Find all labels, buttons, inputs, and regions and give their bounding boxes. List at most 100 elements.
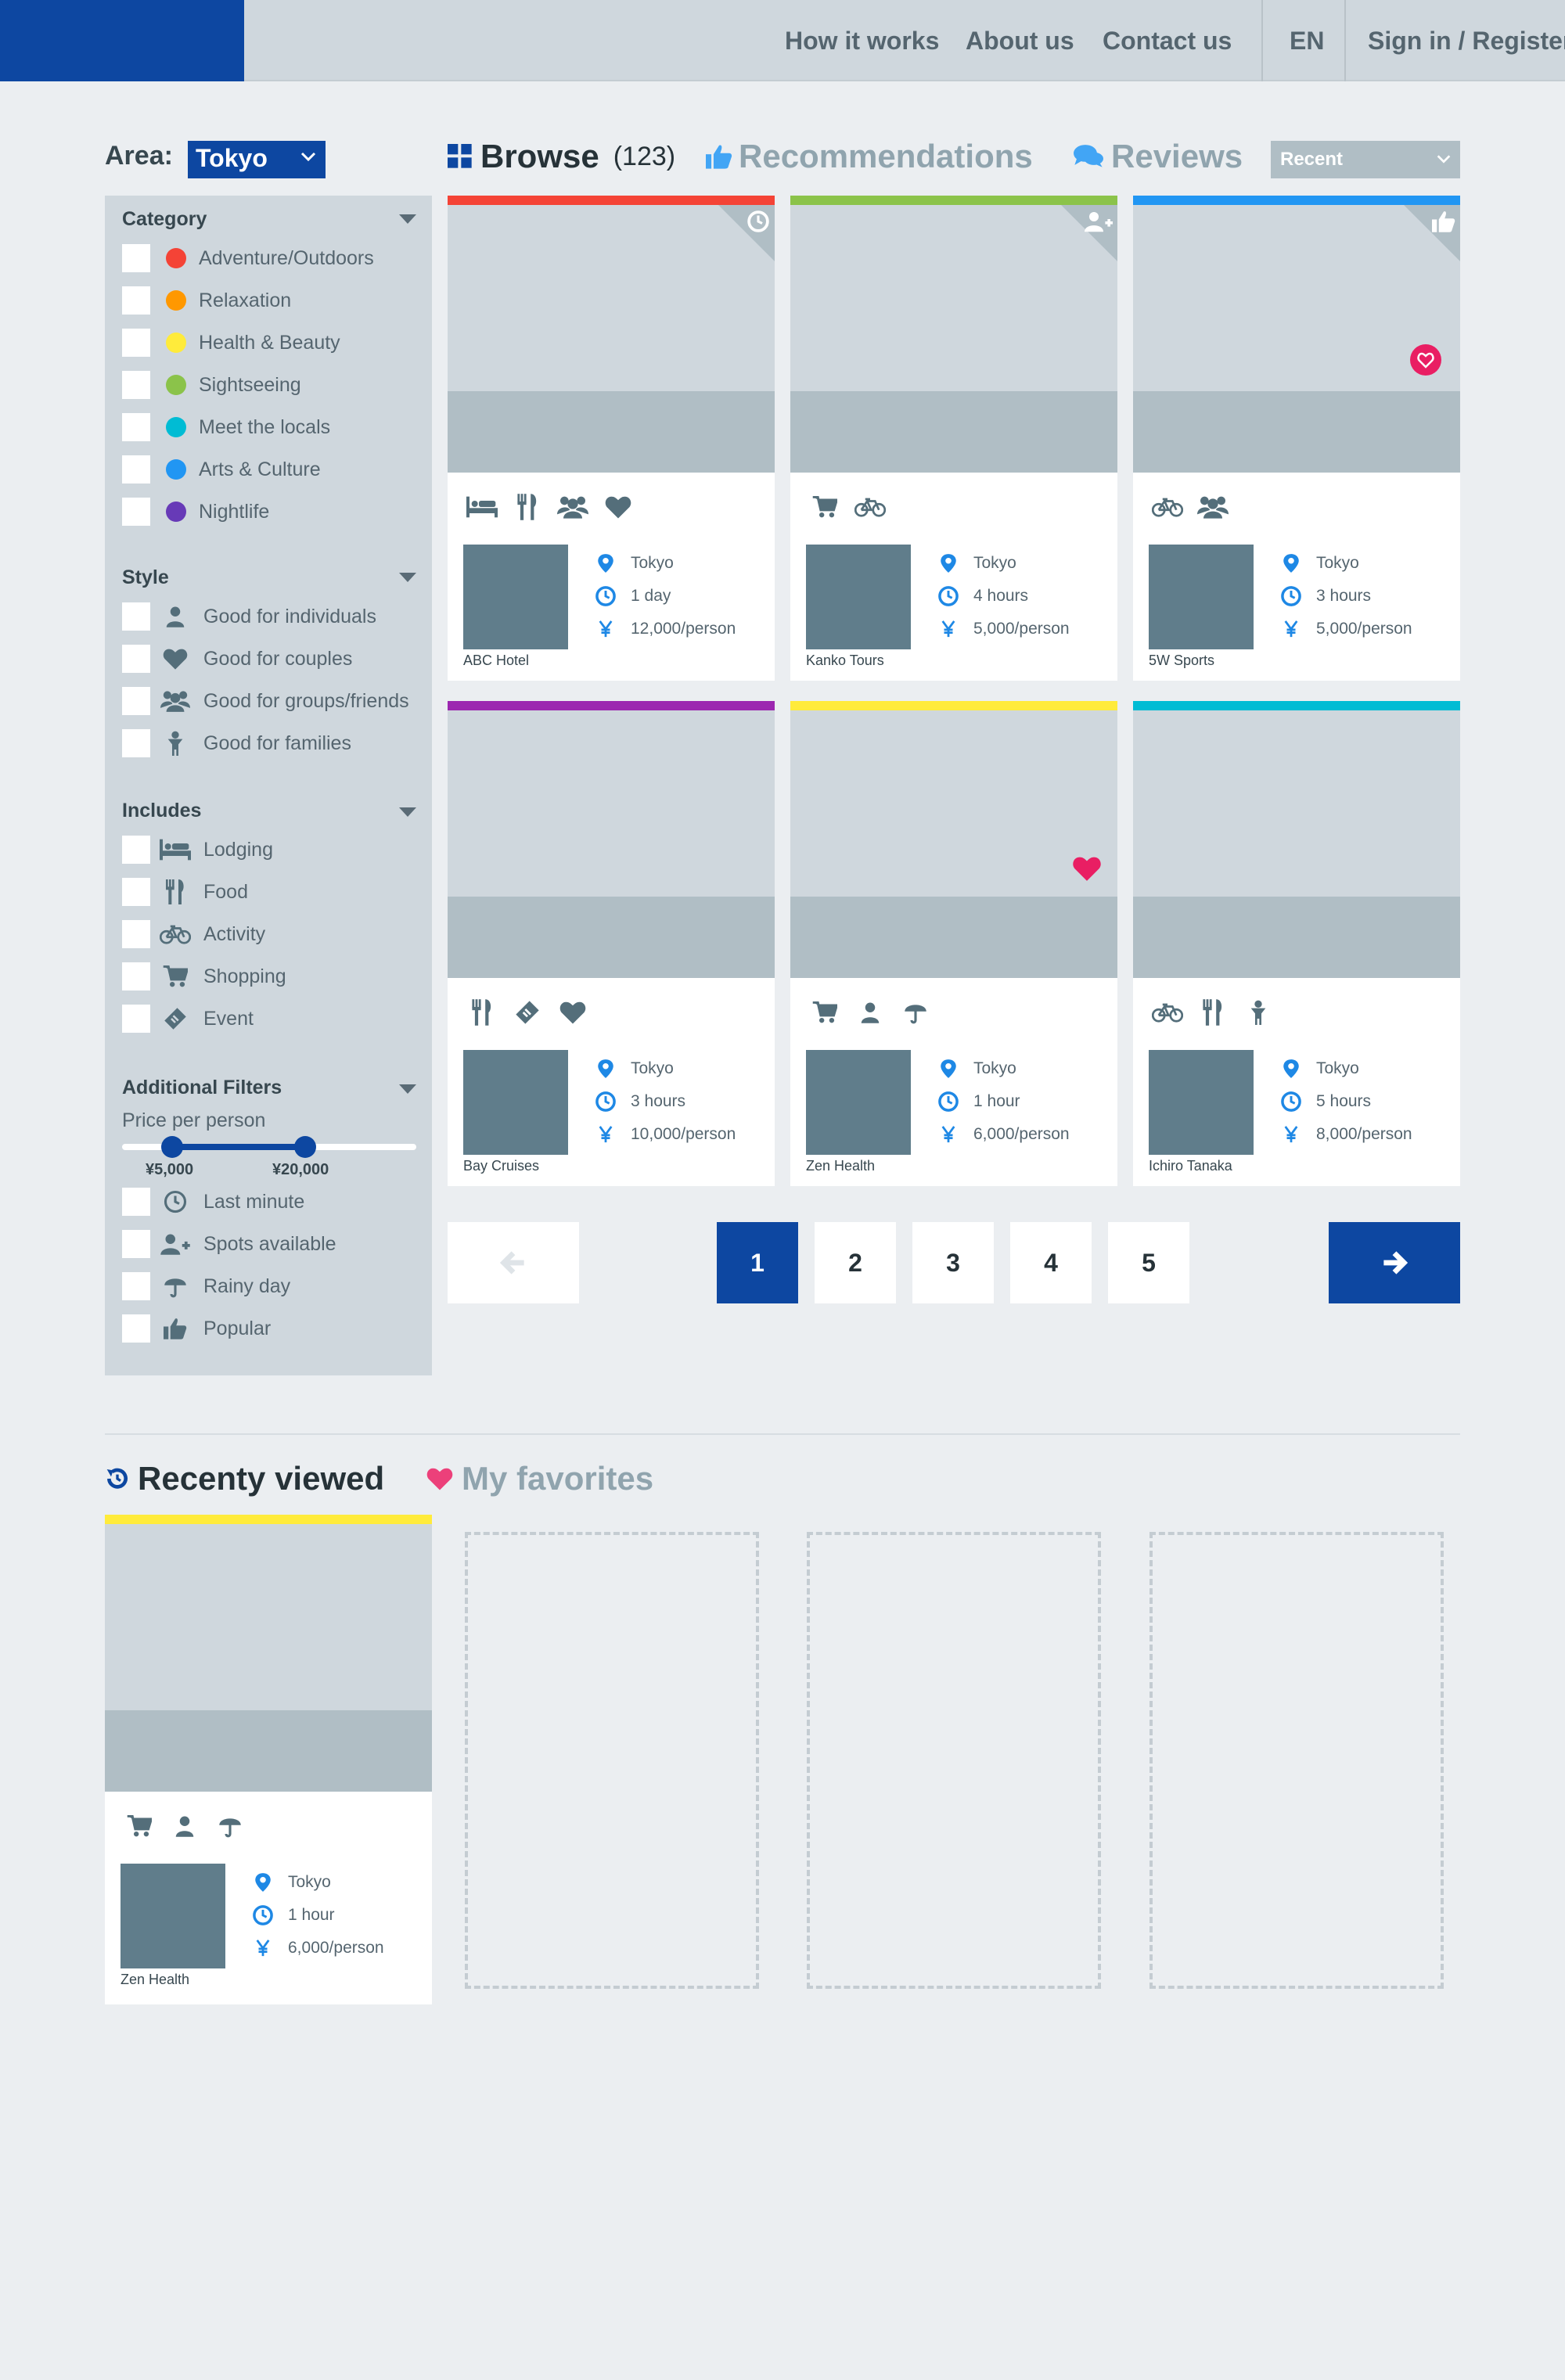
checkbox[interactable] [122,1230,150,1258]
style-filter-item[interactable]: Good for couples [122,643,427,674]
activity-card[interactable]: Ichiro Tanaka Tokyo 5 hours 8,000/person [1133,701,1460,1186]
category-filter-item[interactable]: Meet the locals [122,412,427,443]
language-selector[interactable]: EN [1290,0,1324,81]
checkbox[interactable] [122,1272,150,1300]
favorite-heart-icon[interactable] [1072,854,1102,883]
previous-page-button[interactable] [448,1222,579,1303]
category-stripe [1133,196,1460,205]
style-filter-item[interactable]: Good for individuals [122,601,427,632]
page-button-2[interactable]: 2 [815,1222,896,1303]
style-collapse-arrow-icon[interactable] [399,573,416,582]
card-image [790,710,1117,897]
price-min-handle[interactable] [161,1136,183,1158]
checkbox[interactable] [122,1005,150,1033]
umbrella-icon [214,1812,246,1840]
area-select[interactable]: Tokyo [188,141,326,178]
nav-link-contact-us[interactable]: Contact us [1103,0,1232,81]
tab-recently-viewed[interactable]: Recenty viewed [105,1460,384,1497]
thumbs-up-icon [706,145,732,169]
vendor-thumbnail [806,545,911,649]
tab-my-favorites[interactable]: My favorites [426,1460,653,1497]
area-label: Area: [105,141,173,171]
page-button-5[interactable]: 5 [1108,1222,1189,1303]
checkbox[interactable] [122,1188,150,1216]
sign-in-register-link[interactable]: Sign in / Register [1368,0,1565,81]
vendor-thumbnail [1149,1050,1254,1155]
checkbox[interactable] [122,286,150,315]
checkbox[interactable] [122,244,150,272]
filter-label: Arts & Culture [199,458,321,480]
checkbox[interactable] [122,498,150,526]
checkbox[interactable] [122,836,150,864]
tab-browse[interactable]: Browse (123) [448,138,675,175]
next-page-button[interactable] [1329,1222,1460,1303]
includes-filter-item[interactable]: Lodging [122,834,427,865]
checkbox[interactable] [122,878,150,906]
checkbox[interactable] [122,1314,150,1343]
price-range-slider[interactable] [122,1136,416,1158]
activity-card[interactable]: Zen Health Tokyo 1 hour 6,000/person [790,701,1117,1186]
category-filter-item[interactable]: Adventure/Outdoors [122,243,427,274]
nav-divider [1261,0,1263,81]
price-max-handle[interactable] [294,1136,316,1158]
checkbox[interactable] [122,645,150,673]
checkbox[interactable] [122,602,150,631]
category-filter-item[interactable]: Health & Beauty [122,327,427,358]
activity-card[interactable]: ABC Hotel Tokyo 1 day 12,000/person [448,196,775,681]
includes-filter-item[interactable]: Event [122,1003,427,1034]
filter-label: Adventure/Outdoors [199,246,374,269]
checkbox[interactable] [122,371,150,399]
card-duration: 1 hour [250,1901,335,1929]
map-pin-icon [936,551,961,576]
style-filter-item[interactable]: Good for families [122,728,427,759]
sort-select[interactable]: Recent [1271,141,1460,178]
checkbox[interactable] [122,329,150,357]
checkbox[interactable] [122,729,150,757]
tab-recommendations[interactable]: Recommendations [706,138,1033,175]
card-location: Tokyo [1279,1055,1359,1083]
category-filter-item[interactable]: Arts & Culture [122,454,427,485]
nav-link-how-it-works[interactable]: How it works [785,0,939,81]
activity-card[interactable]: Kanko Tours Tokyo 4 hours 5,000/person [790,196,1117,681]
category-filter-item[interactable]: Nightlife [122,496,427,527]
vendor-name: Zen Health [121,1972,190,1987]
activity-card[interactable]: 5W Sports Tokyo 3 hours 5,000/person [1133,196,1460,681]
checkbox[interactable] [122,455,150,484]
checkbox[interactable] [122,962,150,990]
card-image [1133,710,1460,897]
cart-icon [124,1812,155,1840]
activity-card[interactable]: Bay Cruises Tokyo 3 hours 10,000/person [448,701,775,1186]
tab-reviews[interactable]: Reviews [1074,138,1243,175]
logo[interactable] [0,0,244,81]
includes-collapse-arrow-icon[interactable] [399,807,416,817]
recently-viewed-card[interactable]: Zen Health Tokyo 1 hour 6,000/person [105,1515,432,2004]
checkbox[interactable] [122,687,150,715]
page-button-3[interactable]: 3 [912,1222,994,1303]
filter-sidebar: Category Adventure/Outdoors Relaxation H… [105,196,432,1375]
category-filter-item[interactable]: Sightseeing [122,369,427,401]
page-button-4[interactable]: 4 [1010,1222,1092,1303]
additional-collapse-arrow-icon[interactable] [399,1084,416,1094]
additional-filter-item[interactable]: Last minute [122,1186,427,1217]
includes-filter-item[interactable]: Shopping [122,961,427,992]
page-button-1[interactable]: 1 [717,1222,798,1303]
last-minute-badge [718,205,775,261]
additional-filter-item[interactable]: Rainy day [122,1271,427,1302]
includes-filter-item[interactable]: Activity [122,919,427,950]
favorite-heart-icon[interactable] [1410,344,1441,376]
vendor-name: Bay Cruises [463,1158,540,1174]
includes-filter-item[interactable]: Food [122,876,427,908]
additional-filter-item[interactable]: Popular [122,1313,427,1344]
checkbox[interactable] [122,920,150,948]
category-stripe [790,701,1117,710]
category-filter-item[interactable]: Relaxation [122,285,427,316]
style-filter-item[interactable]: Good for groups/friends [122,685,427,717]
checkbox[interactable] [122,413,150,441]
bed-icon [160,837,191,862]
vendor-name: Zen Health [806,1158,876,1174]
category-collapse-arrow-icon[interactable] [399,214,416,224]
yen-icon [250,1936,275,1961]
nav-link-about-us[interactable]: About us [966,0,1074,81]
additional-filter-item[interactable]: Spots available [122,1228,427,1260]
vendor-thumbnail [463,1050,568,1155]
